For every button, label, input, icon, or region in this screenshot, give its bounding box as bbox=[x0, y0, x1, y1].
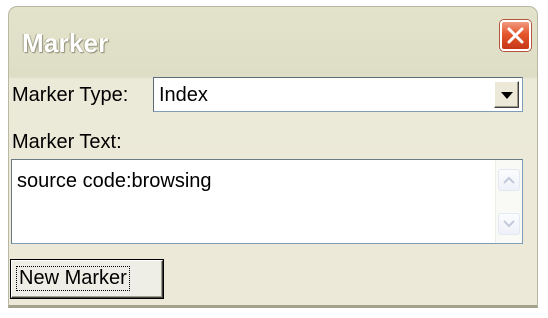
scroll-down-icon bbox=[503, 220, 515, 228]
marker-type-value: Index bbox=[159, 84, 208, 106]
marker-type-dropdown[interactable]: Index bbox=[153, 77, 523, 112]
marker-text-value: source code:browsing bbox=[17, 170, 212, 192]
new-marker-button[interactable]: New Marker bbox=[11, 260, 163, 298]
new-marker-button-label: New Marker bbox=[16, 266, 130, 291]
scroll-up-button[interactable] bbox=[498, 169, 520, 191]
title-bar[interactable]: Marker bbox=[9, 7, 537, 77]
window-title: Marker bbox=[22, 28, 109, 58]
close-icon bbox=[507, 27, 524, 44]
vertical-scrollbar[interactable] bbox=[495, 160, 522, 243]
marker-type-label: Marker Type: bbox=[12, 84, 129, 106]
marker-text-field[interactable]: source code:browsing bbox=[11, 159, 523, 244]
dropdown-button[interactable] bbox=[494, 81, 519, 108]
chevron-down-icon bbox=[501, 92, 513, 99]
scroll-up-icon bbox=[503, 176, 515, 184]
marker-text-label: Marker Text: bbox=[12, 131, 122, 153]
scroll-down-button[interactable] bbox=[498, 213, 520, 235]
close-button[interactable] bbox=[500, 20, 531, 51]
